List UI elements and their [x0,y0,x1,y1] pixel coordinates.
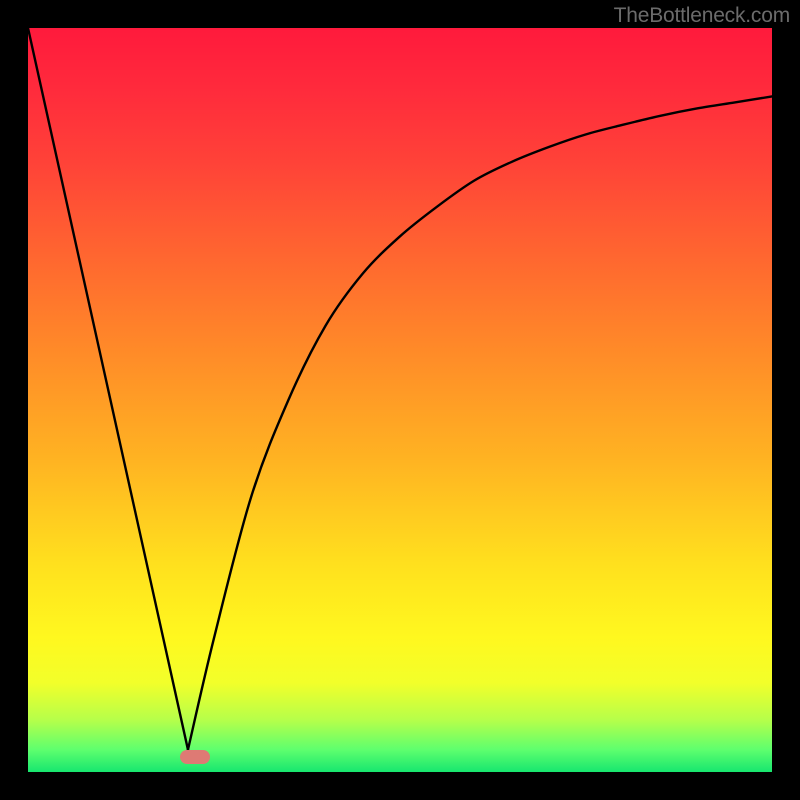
watermark-text: TheBottleneck.com [614,4,790,28]
left-line [28,28,188,750]
minimum-marker [180,750,210,764]
right-curve [188,96,772,749]
curve-layer [28,28,772,772]
